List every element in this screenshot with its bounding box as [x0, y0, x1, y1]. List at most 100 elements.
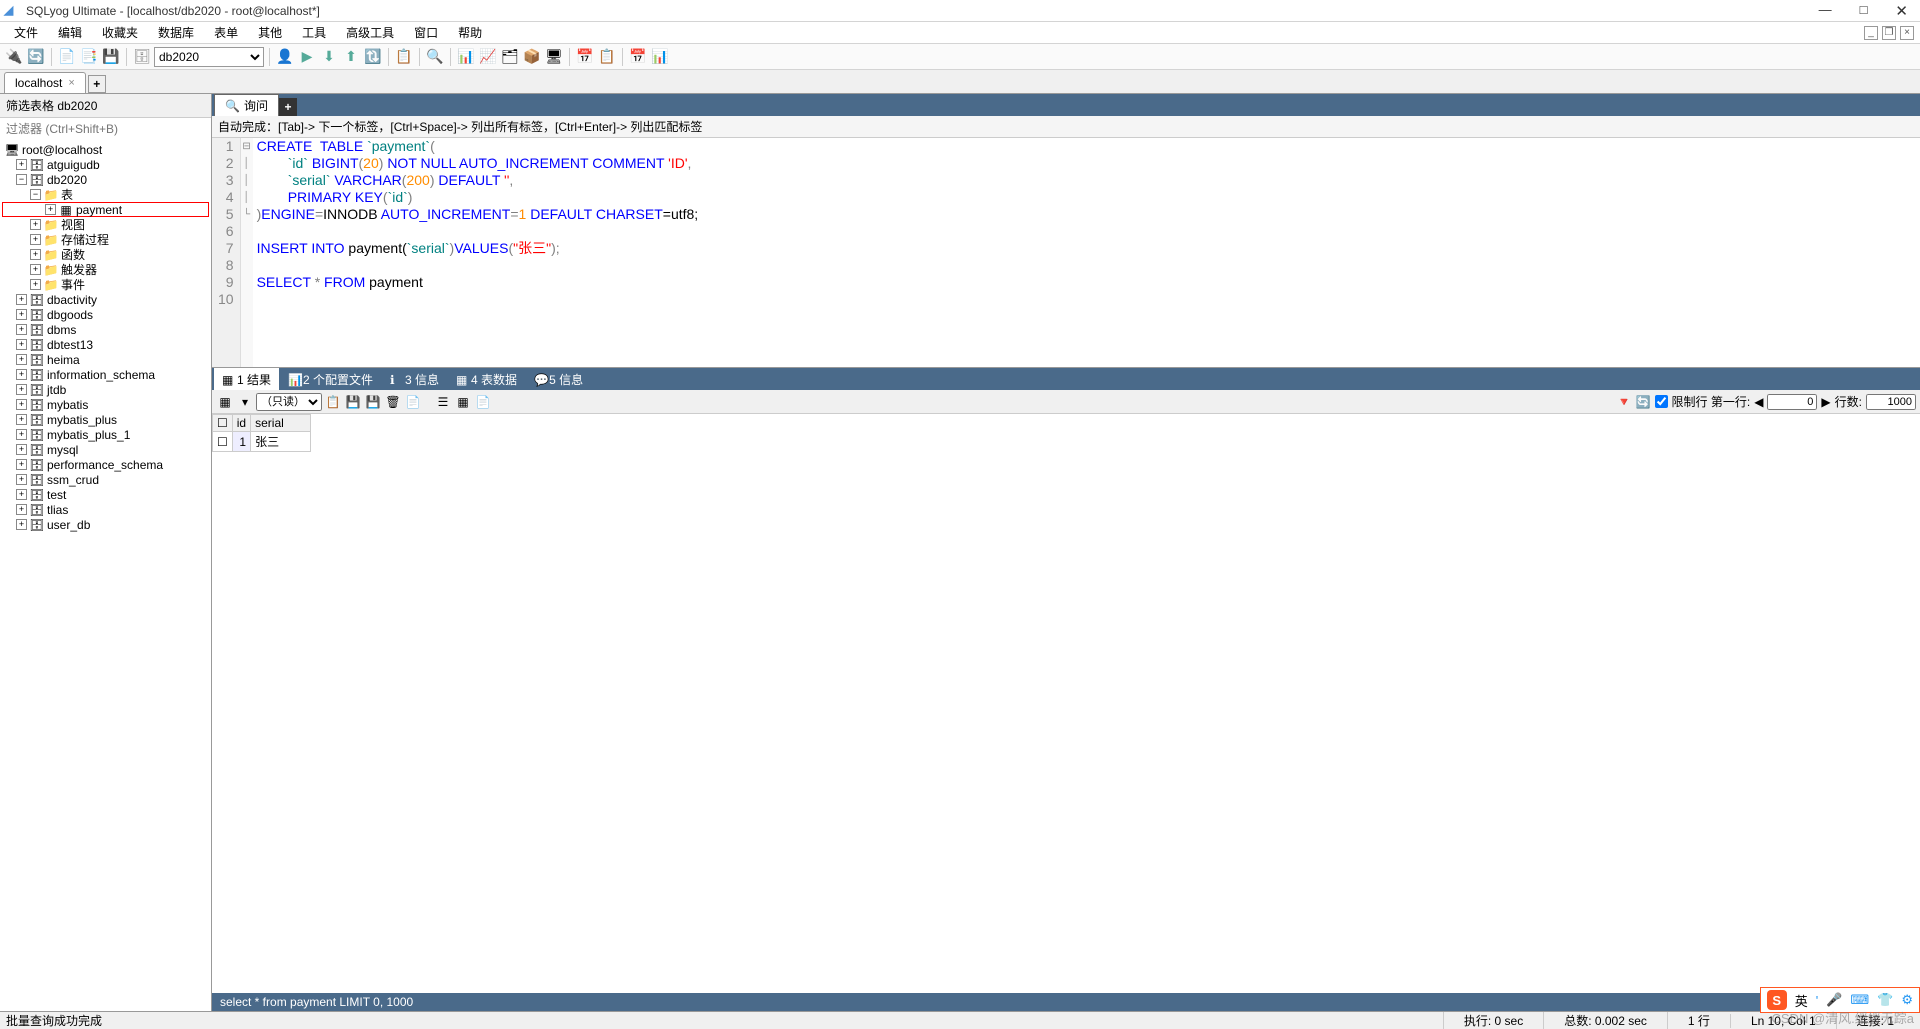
row-checkbox[interactable]: ☐: [213, 432, 233, 452]
menu-window[interactable]: 窗口: [404, 22, 448, 43]
keyboard-icon[interactable]: ⌨: [1850, 992, 1869, 1008]
tb-icon-1[interactable]: ⬇: [319, 47, 339, 67]
grid-row[interactable]: ☐ 1 张三: [213, 432, 311, 452]
rt-icon-5[interactable]: 🗑: [384, 393, 402, 411]
rt-icon-1[interactable]: ▦: [216, 393, 234, 411]
save-icon[interactable]: 💾: [101, 47, 121, 67]
run-icon[interactable]: 📑: [79, 47, 99, 67]
result-tab-4[interactable]: ▦4 表数据: [448, 368, 525, 391]
refresh-icon[interactable]: 🔄: [26, 47, 46, 67]
tb-icon-8[interactable]: 🗂: [500, 47, 520, 67]
tree-db[interactable]: +🗄user_db: [2, 517, 209, 532]
code-area[interactable]: CREATE TABLE `payment`( `id` BIGINT(20) …: [253, 138, 1920, 367]
tree-db[interactable]: +🗄test: [2, 487, 209, 502]
tree-db[interactable]: +🗄heima: [2, 352, 209, 367]
row-count-input[interactable]: [1866, 394, 1916, 410]
tb-icon-7[interactable]: 📈: [478, 47, 498, 67]
menu-other[interactable]: 其他: [248, 22, 292, 43]
mdi-close[interactable]: ×: [1900, 26, 1914, 40]
filter-input[interactable]: [2, 120, 209, 138]
result-tab-2[interactable]: 📊2 个配置文件: [280, 368, 381, 391]
tb-icon-6[interactable]: 📊: [456, 47, 476, 67]
tb-icon-14[interactable]: 📊: [650, 47, 670, 67]
tb-icon-10[interactable]: 🖥: [544, 47, 564, 67]
menu-edit[interactable]: 编辑: [48, 22, 92, 43]
result-tab-1[interactable]: ▦1 结果: [214, 368, 279, 391]
rt-icon-2[interactable]: 📋: [324, 393, 342, 411]
first-row-input[interactable]: [1767, 394, 1817, 410]
mdi-restore[interactable]: ❐: [1882, 26, 1896, 40]
limit-checkbox[interactable]: [1655, 395, 1668, 408]
cell-serial[interactable]: 张三: [251, 432, 311, 452]
tree-db[interactable]: +🗄performance_schema: [2, 457, 209, 472]
result-tab-5[interactable]: 💬5 信息: [526, 368, 591, 391]
connection-tab-localhost[interactable]: localhost ×: [4, 72, 86, 93]
menu-table[interactable]: 表单: [204, 22, 248, 43]
menu-file[interactable]: 文件: [4, 22, 48, 43]
tree-db[interactable]: +🗄tlias: [2, 502, 209, 517]
tree-db[interactable]: +🗄dbactivity: [2, 292, 209, 307]
tools-icon[interactable]: ⚙: [1901, 992, 1913, 1008]
tb-icon-2[interactable]: ⬆: [341, 47, 361, 67]
maximize-button[interactable]: □: [1860, 2, 1868, 20]
col-header-serial[interactable]: serial: [251, 415, 311, 432]
tree-db[interactable]: +🗄dbgoods: [2, 307, 209, 322]
tb-icon-9[interactable]: 📦: [522, 47, 542, 67]
tree-db[interactable]: +🗄mybatis_plus: [2, 412, 209, 427]
tree-db[interactable]: +🗄information_schema: [2, 367, 209, 382]
first-prev-icon[interactable]: ◀: [1754, 395, 1763, 409]
tb-icon-11[interactable]: 📅: [575, 47, 595, 67]
tree-db[interactable]: +🗄mybatis: [2, 397, 209, 412]
db-icon: 🗄: [29, 368, 45, 382]
filter-icon[interactable]: 🔻: [1617, 395, 1632, 409]
add-query-tab[interactable]: +: [279, 98, 297, 116]
select-all-checkbox[interactable]: ☐: [213, 415, 233, 432]
tree-db[interactable]: +🗄ssm_crud: [2, 472, 209, 487]
add-connection-button[interactable]: +: [88, 75, 106, 93]
new-query-icon[interactable]: 📄: [57, 47, 77, 67]
database-select[interactable]: db2020: [154, 47, 264, 67]
tb-icon-4[interactable]: 📋: [394, 47, 414, 67]
menu-help[interactable]: 帮助: [448, 22, 492, 43]
col-header-id[interactable]: id: [232, 415, 250, 432]
tb-icon-13[interactable]: 📅: [628, 47, 648, 67]
result-tab-3[interactable]: ℹ3 信息: [382, 368, 447, 391]
menu-database[interactable]: 数据库: [148, 22, 204, 43]
close-button[interactable]: ✕: [1895, 2, 1908, 20]
tb-icon-12[interactable]: 📋: [597, 47, 617, 67]
new-conn-icon[interactable]: 🔌: [4, 47, 24, 67]
tree-db[interactable]: +🗄dbms: [2, 322, 209, 337]
readonly-select[interactable]: （只读）: [256, 393, 322, 411]
cell-id[interactable]: 1: [232, 432, 250, 452]
exec-icon[interactable]: ▶: [297, 47, 317, 67]
query-tab-active[interactable]: 🔍 询问: [214, 94, 279, 116]
user-icon[interactable]: 👤: [275, 47, 295, 67]
tree-db[interactable]: +🗄mybatis_plus_1: [2, 427, 209, 442]
mdi-minimize[interactable]: _: [1864, 26, 1878, 40]
rt-dropdown-1[interactable]: ▾: [236, 393, 254, 411]
rt-icon-3[interactable]: 💾: [344, 393, 362, 411]
rt-view-3[interactable]: 📄: [474, 393, 492, 411]
tb-icon-3[interactable]: 🔃: [363, 47, 383, 67]
rt-icon-6[interactable]: 📄: [404, 393, 422, 411]
rt-icon-4[interactable]: 💾: [364, 393, 382, 411]
result-grid[interactable]: ☐ id serial ☐ 1 张三: [212, 414, 1920, 993]
first-next-icon[interactable]: ▶: [1821, 395, 1830, 409]
tree-db[interactable]: +🗄mysql: [2, 442, 209, 457]
tree-db[interactable]: +🗄dbtest13: [2, 337, 209, 352]
mic-icon[interactable]: 🎤: [1826, 992, 1842, 1008]
rt-view-1[interactable]: ☰: [434, 393, 452, 411]
tree-db[interactable]: +🗄jtdb: [2, 382, 209, 397]
menu-advanced[interactable]: 高级工具: [336, 22, 404, 43]
minimize-button[interactable]: —: [1819, 2, 1832, 20]
tb-icon-5[interactable]: 🔍: [425, 47, 445, 67]
menu-favorites[interactable]: 收藏夹: [92, 22, 148, 43]
menu-tools[interactable]: 工具: [292, 22, 336, 43]
refresh-icon[interactable]: 🔄: [1636, 395, 1651, 409]
sql-editor[interactable]: 12345678910 ⊟│││└ CREATE TABLE `payment`…: [212, 138, 1920, 368]
skin-icon[interactable]: 👕: [1877, 992, 1893, 1008]
close-tab-icon[interactable]: ×: [68, 77, 74, 89]
schema-tree[interactable]: 🖥root@localhost +🗄atguigudb −🗄db2020 −📁表…: [0, 140, 211, 1011]
ime-lang[interactable]: 英: [1795, 991, 1808, 1010]
rt-view-2[interactable]: ▦: [454, 393, 472, 411]
